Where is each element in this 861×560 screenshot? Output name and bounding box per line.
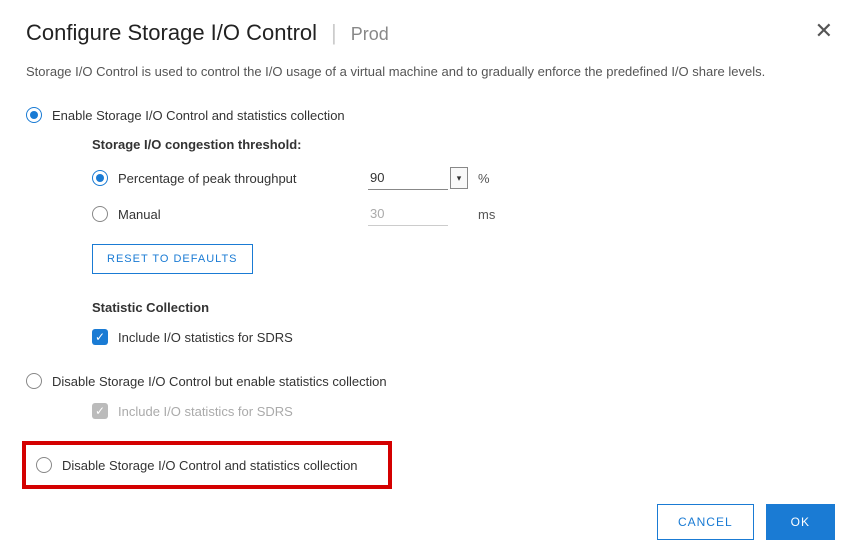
highlight-annotation: Disable Storage I/O Control and statisti… — [22, 441, 392, 489]
percentage-label: Percentage of peak throughput — [118, 171, 368, 186]
disable-keep-sub-block: ✓ Include I/O statistics for SDRS — [92, 403, 835, 419]
manual-unit: ms — [478, 207, 495, 222]
manual-input — [368, 202, 448, 226]
percentage-spinner-icon[interactable]: ▾ — [450, 167, 468, 189]
radio-disable-all-icon[interactable] — [36, 457, 52, 473]
dialog-footer: CANCEL OK — [657, 504, 835, 540]
option-disable-keep-stats[interactable]: Disable Storage I/O Control but enable s… — [26, 373, 835, 389]
option-enable-label: Enable Storage I/O Control and statistic… — [52, 108, 345, 123]
option-disable-all[interactable]: Disable Storage I/O Control and statisti… — [36, 457, 382, 473]
title-separator: | — [331, 20, 337, 46]
threshold-percentage-row: Percentage of peak throughput ▾ % — [92, 166, 835, 190]
radio-enable-icon[interactable] — [26, 107, 42, 123]
include-stats-disabled-row: ✓ Include I/O statistics for SDRS — [92, 403, 835, 419]
ok-button[interactable]: OK — [766, 504, 835, 540]
congestion-heading: Storage I/O congestion threshold: — [92, 137, 835, 152]
dialog-header: Configure Storage I/O Control | Prod — [26, 20, 835, 46]
option-disable-all-label: Disable Storage I/O Control and statisti… — [62, 458, 358, 473]
radio-manual-icon[interactable] — [92, 206, 108, 222]
include-stats-row[interactable]: ✓ Include I/O statistics for SDRS — [92, 329, 835, 345]
description-text: Storage I/O Control is used to control t… — [26, 64, 835, 79]
option-enable[interactable]: Enable Storage I/O Control and statistic… — [26, 107, 835, 123]
threshold-manual-row: Manual ms — [92, 202, 835, 226]
cancel-button[interactable]: CANCEL — [657, 504, 754, 540]
enable-sub-block: Storage I/O congestion threshold: Percen… — [92, 137, 835, 345]
percentage-unit: % — [478, 171, 490, 186]
radio-percentage-icon[interactable] — [92, 170, 108, 186]
include-stats-label: Include I/O statistics for SDRS — [118, 330, 293, 345]
dialog-title: Configure Storage I/O Control — [26, 20, 317, 46]
close-icon[interactable]: ✕ — [815, 20, 833, 42]
reset-defaults-button[interactable]: RESET TO DEFAULTS — [92, 244, 253, 274]
manual-label: Manual — [118, 207, 368, 222]
include-stats-disabled-checkbox-icon: ✓ — [92, 403, 108, 419]
include-stats-disabled-label: Include I/O statistics for SDRS — [118, 404, 293, 419]
option-disable-keep-label: Disable Storage I/O Control but enable s… — [52, 374, 387, 389]
stats-heading: Statistic Collection — [92, 300, 835, 315]
radio-disable-keep-icon[interactable] — [26, 373, 42, 389]
include-stats-checkbox-icon[interactable]: ✓ — [92, 329, 108, 345]
percentage-input[interactable] — [368, 166, 448, 190]
context-label: Prod — [351, 24, 389, 45]
